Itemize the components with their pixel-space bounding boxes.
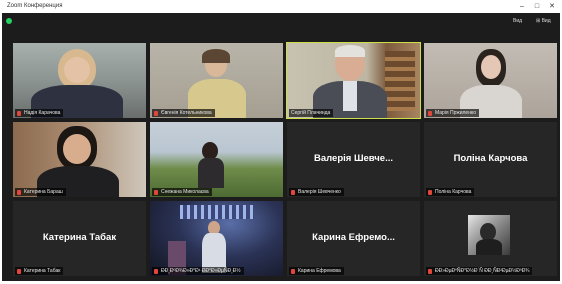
participant-video [150,122,283,197]
person-face [63,134,91,164]
title-bar: Zoom Конференция – □ ✕ [2,2,560,13]
name-tag: Євгенія Котельникова [152,109,215,117]
name-tag: Надія Карачова [15,109,64,117]
participant-tile[interactable]: Карина Ефремо... Карина Ефремова [287,201,420,276]
participant-video [150,43,283,118]
stage-lights [180,205,254,219]
person-hair [202,49,230,63]
minimize-icon[interactable]: – [517,2,527,12]
meeting-top-bar: Вид ⊞ Вид [2,13,560,31]
muted-mic-icon [428,110,432,116]
name-tag: Катерина Табак [15,267,64,275]
name-tag: Поліна Карчова [426,188,475,196]
participant-video [150,201,283,276]
participant-tile[interactable]: Катерина Бараш [13,122,146,197]
participant-tile[interactable]: Катерина Табак Катерина Табак [13,201,146,276]
name-tag: Валерія Шевченко [289,188,344,196]
person-face [64,57,90,83]
person-body [198,158,224,188]
participant-display-name: Катерина Табак [42,232,117,243]
participant-tile[interactable]: Марія Пржиленко [424,43,557,118]
muted-mic-icon [291,268,295,274]
gallery-view-button[interactable]: ⊞ Вид [536,18,551,24]
participant-display-name: Карина Ефремо... [312,232,395,243]
participant-tile[interactable]: Валерія Шевче... Валерія Шевченко [287,122,420,197]
name-tag: Снежана Миколаєва [152,188,212,196]
participant-tile[interactable]: ÐÐ»ÐµÐºÑÐ°Ð½Ð´Ñ ÐÐ¸ÑÐ²ÐµÐ½ÐºÐ¾ [424,201,557,276]
window-title: Zoom Конференция [7,3,63,9]
muted-mic-icon [17,110,21,116]
person-shirt [343,81,357,111]
participant-video [287,43,420,118]
encryption-status-icon[interactable] [6,18,12,24]
person-hair [335,45,365,57]
name-tag: ÐÐ»ÐµÐºÑÐ°Ð½Ð´Ñ ÐÐ¸ÑÐ²ÐµÐ½ÐºÐ¾ [426,267,533,275]
participant-tile-active-speaker[interactable]: Сергій Плачинда [286,42,421,119]
muted-mic-icon [154,110,158,116]
participant-tile[interactable]: ÐÐ¸ÐºÐ¾Ð»Ð°Ð¹ ÐÐ°Ð»ÐµÑÐ¸Ð½ [150,201,283,276]
maximize-icon[interactable]: □ [532,2,542,12]
bookshelf [385,51,415,111]
participant-video [13,43,146,118]
muted-mic-icon [428,268,432,274]
muted-mic-icon [154,189,158,195]
participant-tile[interactable]: Надія Карачова [13,43,146,118]
participant-video [424,43,557,118]
name-tag: Катерина Бараш [15,188,66,196]
muted-mic-icon [154,268,158,274]
participant-video [13,122,146,197]
name-tag: Карина Ефремова [289,267,344,275]
person-face [481,55,501,79]
profile-picture-body [476,239,502,255]
name-tag: ÐÐ¸ÐºÐ¾Ð»Ð°Ð¹ ÐÐ°Ð»ÐµÑÐ¸Ð½ [152,267,244,275]
participant-tile[interactable]: Поліна Карчова Поліна Карчова [424,122,557,197]
speaker-view-button[interactable]: Вид [513,18,522,24]
participant-tile[interactable]: Снежана Миколаєва [150,122,283,197]
close-icon[interactable]: ✕ [547,2,557,12]
muted-mic-icon [17,268,21,274]
muted-mic-icon [17,189,21,195]
participant-video [424,201,557,276]
zoom-window: Zoom Конференция – □ ✕ Вид ⊞ Вид Надія К… [2,2,560,281]
muted-mic-icon [428,189,432,195]
name-tag: Сергій Плачинда [289,109,334,117]
gallery-view-label: Вид [541,18,551,24]
participant-tile[interactable]: Євгенія Котельникова [150,43,283,118]
muted-mic-icon [291,189,295,195]
participant-display-name: Валерія Шевче... [314,153,393,164]
participant-display-name: Поліна Карчова [453,153,528,164]
name-tag: Марія Пржиленко [426,109,479,117]
